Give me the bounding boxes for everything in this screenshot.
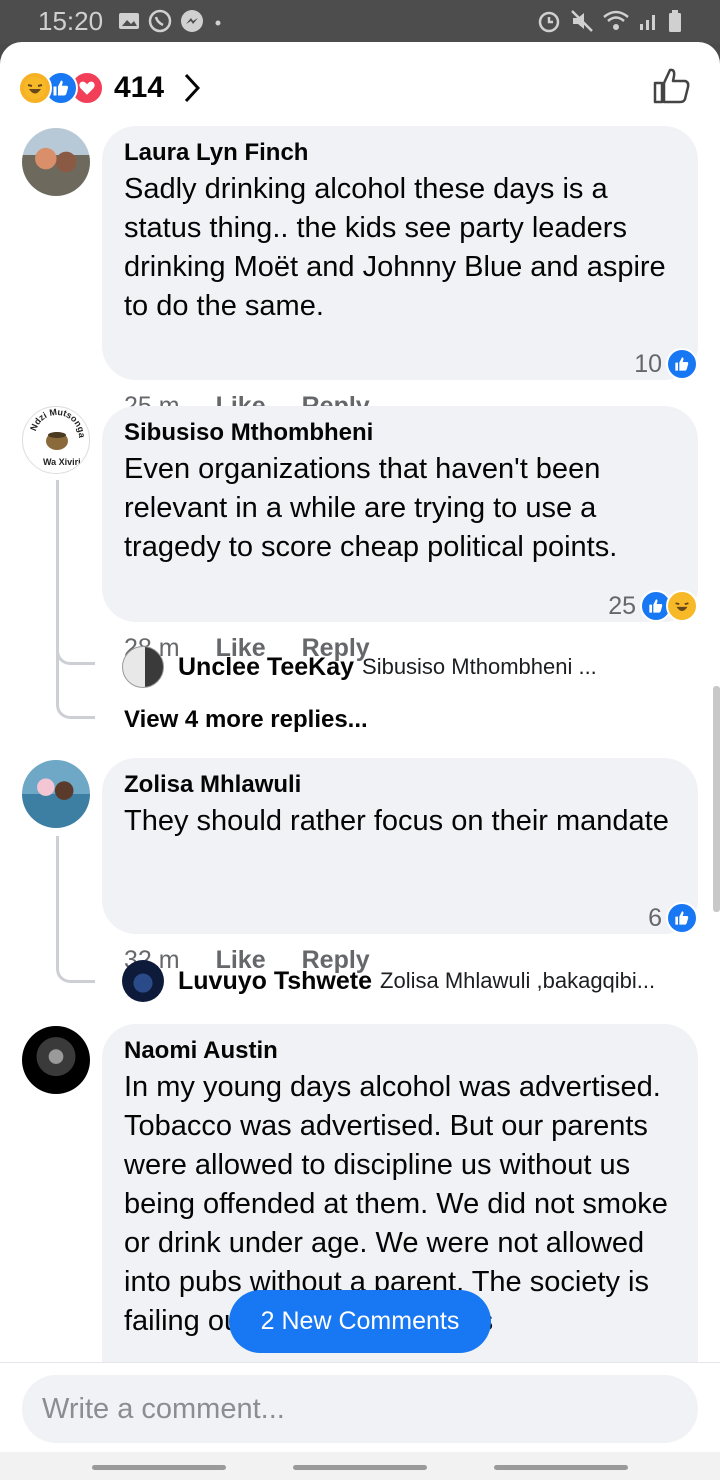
system-icons bbox=[536, 9, 682, 33]
comment-author[interactable]: Laura Lyn Finch bbox=[124, 138, 676, 168]
gallery-icon bbox=[119, 13, 139, 29]
status-time: 15:20 bbox=[38, 6, 104, 36]
avatar[interactable] bbox=[22, 760, 90, 828]
comment-reactions[interactable]: 25 bbox=[608, 590, 698, 622]
whatsapp-icon bbox=[148, 9, 172, 33]
thread-line bbox=[56, 602, 95, 665]
reaction-count: 10 bbox=[634, 349, 662, 378]
avatar[interactable] bbox=[122, 646, 164, 688]
comment-text: Sadly drinking alcohol these days is a s… bbox=[124, 173, 666, 322]
nav-back-button[interactable] bbox=[494, 1465, 628, 1470]
nav-home-button[interactable] bbox=[293, 1465, 427, 1470]
avatar[interactable]: Ndzi Mutsonga Wa Xiviri bbox=[22, 406, 90, 474]
thread-line bbox=[56, 922, 95, 983]
comment-author[interactable]: Naomi Austin bbox=[124, 1036, 676, 1066]
reply-preview[interactable]: Unclee TeeKay Sibusiso Mthombheni ... bbox=[122, 646, 597, 688]
comment-author[interactable]: Zolisa Mhlawuli bbox=[124, 770, 676, 800]
like-reaction-icon bbox=[666, 902, 698, 934]
mute-icon bbox=[571, 10, 593, 32]
new-comments-button[interactable]: 2 New Comments bbox=[229, 1290, 491, 1353]
messenger-icon bbox=[181, 10, 203, 32]
nav-recents-button[interactable] bbox=[92, 1465, 226, 1470]
reactions-summary[interactable]: 414 bbox=[18, 68, 201, 108]
comment-reactions[interactable]: 6 bbox=[648, 902, 698, 934]
like-reaction-icon bbox=[666, 348, 698, 380]
wifi-icon bbox=[603, 10, 629, 30]
haha-reaction-icon bbox=[666, 590, 698, 622]
alarm-icon bbox=[538, 11, 560, 33]
reactions-count: 414 bbox=[114, 71, 165, 104]
avatar-text: Wa Xiviri bbox=[43, 457, 81, 467]
dot-icon bbox=[215, 20, 221, 26]
notification-icons bbox=[118, 9, 224, 33]
comment-reactions[interactable]: 10 bbox=[634, 348, 698, 380]
comment-text: They should rather focus on their mandat… bbox=[124, 805, 669, 837]
comment-text: Even organizations that haven't been rel… bbox=[124, 453, 618, 563]
comment-composer: Write a comment... bbox=[0, 1362, 720, 1459]
comment-bubble: Laura Lyn Finch Sadly drinking alcohol t… bbox=[102, 126, 698, 380]
reply-author[interactable]: Luvuyo Tshwete bbox=[178, 967, 372, 996]
comment-input[interactable]: Write a comment... bbox=[22, 1375, 698, 1443]
battery-icon bbox=[669, 10, 681, 32]
reaction-count: 6 bbox=[648, 903, 662, 932]
reply-snippet: Zolisa Mhlawuli ,bakagqibi... bbox=[380, 968, 656, 993]
avatar[interactable] bbox=[122, 960, 164, 1002]
reply-snippet: Sibusiso Mthombheni ... bbox=[362, 654, 597, 679]
haha-reaction-icon bbox=[18, 71, 52, 105]
like-post-icon[interactable] bbox=[652, 66, 692, 106]
reaction-count: 25 bbox=[608, 591, 636, 620]
signal-icon bbox=[640, 15, 655, 30]
reply-author[interactable]: Unclee TeeKay bbox=[178, 653, 354, 682]
comment-author[interactable]: Sibusiso Mthombheni bbox=[124, 418, 676, 448]
status-bar: 15:20 bbox=[0, 0, 720, 44]
comment-bubble: Zolisa Mhlawuli They should rather focus… bbox=[102, 758, 698, 934]
avatar[interactable] bbox=[22, 128, 90, 196]
system-navigation-bar bbox=[0, 1452, 720, 1480]
thread-line bbox=[56, 658, 95, 719]
view-more-replies-link[interactable]: View 4 more replies... bbox=[124, 706, 368, 734]
avatar[interactable] bbox=[22, 1026, 90, 1094]
comments-sheet: 414 Laura Lyn Finch Sadly drinking alcoh… bbox=[0, 42, 720, 1480]
reply-preview[interactable]: Luvuyo Tshwete Zolisa Mhlawuli ,bakagqib… bbox=[122, 960, 655, 1002]
chevron-right-icon bbox=[184, 73, 201, 103]
scrollbar[interactable] bbox=[713, 686, 720, 912]
